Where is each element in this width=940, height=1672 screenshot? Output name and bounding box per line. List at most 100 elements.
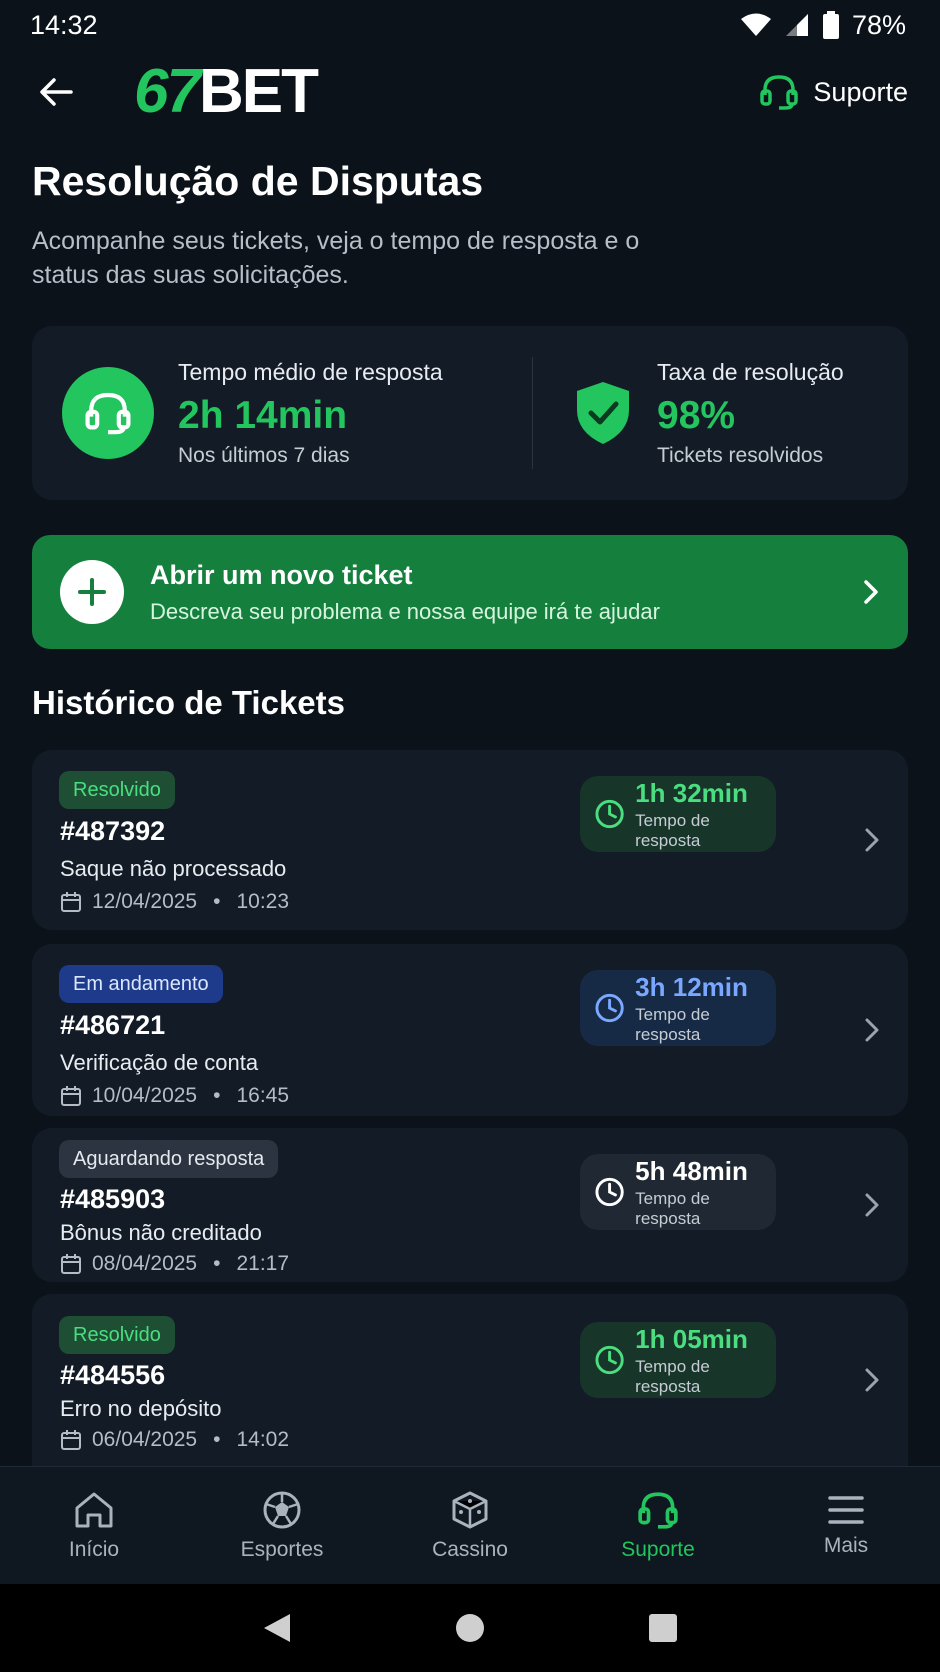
system-nav-bar <box>0 1584 940 1672</box>
response-time-label: Tempo de resposta <box>635 1004 710 1044</box>
ticket-id: #484556 <box>60 1360 166 1390</box>
status-time: 14:32 <box>30 9 98 40</box>
ticket-time-value: 21:17 <box>236 1252 290 1275</box>
stat-resolution-rate: Taxa de resolução 98% Tickets resolvidos <box>533 326 908 500</box>
ticket-id: #485903 <box>60 1184 166 1214</box>
response-time-value: 5h 48min <box>635 1155 748 1186</box>
stat-response-time: Tempo médio de resposta 2h 14min Nos últ… <box>32 326 532 500</box>
ticket-time-value: 10:23 <box>236 890 290 913</box>
support-link[interactable]: Suporte <box>759 73 908 111</box>
stat-shield-badge <box>571 380 635 446</box>
logo-word: BET <box>198 57 319 126</box>
home-icon <box>75 1492 113 1527</box>
clock-icon <box>595 1345 624 1375</box>
nav-label: Suporte <box>621 1537 695 1561</box>
response-time-value: 1h 05min <box>635 1323 748 1354</box>
back-button[interactable] <box>32 68 80 116</box>
new-ticket-title: Abrir um novo ticket <box>150 559 413 590</box>
battery-percent: 78% <box>851 9 906 40</box>
system-home-icon[interactable] <box>455 1613 485 1643</box>
support-label: Suporte <box>813 76 908 107</box>
stat-response-value: 2h 14min <box>178 393 348 437</box>
chevron-right-icon <box>865 828 879 852</box>
shield-check-icon <box>577 382 629 444</box>
bottom-nav: Início Esportes Cassino Suporte Mais <box>0 1466 940 1584</box>
status-bar: 14:32 78% <box>0 0 940 50</box>
headset-icon <box>638 1491 678 1529</box>
calendar-icon <box>61 1086 81 1106</box>
chevron-right-icon <box>864 580 878 604</box>
clock-icon <box>595 799 624 829</box>
nav-item-inicio[interactable]: Início <box>0 1467 188 1584</box>
ticket-time-value: 16:45 <box>236 1084 290 1107</box>
response-time-pill: 1h 32min Tempo de resposta <box>580 776 776 852</box>
ticket-date-value: 10/04/2025 <box>92 1084 198 1107</box>
clock-icon <box>595 993 624 1023</box>
ticket-time-value: 14:02 <box>236 1428 290 1451</box>
logo-number: 67 <box>134 57 201 126</box>
status-icons: 78% <box>740 10 906 41</box>
system-back-icon[interactable] <box>262 1612 292 1644</box>
calendar-icon <box>61 1254 81 1274</box>
headset-icon <box>760 75 799 110</box>
ticket-date: 12/04/2025 • 10:23 <box>60 890 289 914</box>
ticket-id: #487392 <box>60 816 166 846</box>
ticket-card[interactable]: Resolvido #487392 Saque não processado 1… <box>32 750 908 930</box>
app-header: 67BET Suporte <box>0 56 940 128</box>
ticket-date-value: 06/04/2025 <box>92 1428 198 1451</box>
ticket-card[interactable]: Aguardando resposta #485903 Bônus não cr… <box>32 1128 908 1282</box>
headset-icon <box>85 392 131 435</box>
calendar-icon <box>61 1430 81 1450</box>
response-time-label: Tempo de resposta <box>635 1188 710 1228</box>
stat-headset-badge <box>62 367 154 459</box>
response-time-value: 1h 32min <box>635 777 748 808</box>
menu-icon <box>828 1495 864 1524</box>
nav-item-esportes[interactable]: Esportes <box>188 1467 376 1584</box>
ticket-card[interactable]: Resolvido #484556 Erro no depósito 06/04… <box>32 1294 908 1466</box>
stat-response-label: Tempo médio de resposta <box>178 358 443 385</box>
ticket-date-value: 12/04/2025 <box>92 890 198 913</box>
nav-label: Cassino <box>432 1537 508 1561</box>
ticket-subject: Verificação de conta <box>60 1050 259 1075</box>
stat-resolution-label: Taxa de resolução <box>657 358 844 385</box>
ticket-date-value: 08/04/2025 <box>92 1252 198 1275</box>
chevron-right-icon <box>865 1368 879 1392</box>
response-time-label: Tempo de resposta <box>635 810 710 850</box>
ticket-date: 06/04/2025 • 14:02 <box>60 1428 289 1452</box>
system-recents-icon[interactable] <box>648 1613 678 1643</box>
ticket-subject: Erro no depósito <box>60 1396 222 1421</box>
response-time-label: Tempo de resposta <box>635 1356 710 1396</box>
history-title: Histórico de Tickets <box>32 684 346 721</box>
response-time-pill: 5h 48min Tempo de resposta <box>580 1154 776 1230</box>
arrow-left-icon <box>40 78 73 106</box>
ticket-date: 10/04/2025 • 16:45 <box>60 1084 289 1108</box>
battery-icon <box>822 11 839 39</box>
brand-logo[interactable]: 67BET <box>134 61 319 123</box>
response-time-pill: 3h 12min Tempo de resposta <box>580 970 776 1046</box>
stat-response-note: Nos últimos 7 dias <box>178 443 350 467</box>
stats-card: Tempo médio de resposta 2h 14min Nos últ… <box>32 326 908 500</box>
response-time-value: 3h 12min <box>635 971 748 1002</box>
ticket-date: 08/04/2025 • 21:17 <box>60 1252 289 1276</box>
stat-resolution-note: Tickets resolvidos <box>657 443 824 467</box>
chevron-right-icon <box>865 1193 879 1217</box>
ticket-subject: Bônus não creditado <box>60 1220 262 1245</box>
response-time-pill: 1h 05min Tempo de resposta <box>580 1322 776 1398</box>
stat-resolution-value: 98% <box>657 393 736 437</box>
ticket-card[interactable]: Em andamento #486721 Verificação de cont… <box>32 944 908 1116</box>
nav-label: Esportes <box>240 1537 324 1561</box>
dice-icon <box>452 1491 488 1528</box>
nav-item-mais[interactable]: Mais <box>752 1467 940 1584</box>
clock-icon <box>595 1177 624 1207</box>
ticket-subject: Saque não processado <box>60 856 287 881</box>
nav-label: Início <box>68 1537 120 1561</box>
ticket-id: #486721 <box>60 1010 166 1040</box>
new-ticket-subtitle: Descreva seu problema e nossa equipe irá… <box>150 598 660 624</box>
soccer-ball-icon <box>263 1491 301 1528</box>
status-badge: Resolvido <box>59 1316 175 1354</box>
nav-item-suporte[interactable]: Suporte <box>564 1467 752 1584</box>
calendar-icon <box>61 892 81 912</box>
new-ticket-button[interactable]: Abrir um novo ticket Descreva seu proble… <box>32 535 908 649</box>
nav-item-cassino[interactable]: Cassino <box>376 1467 564 1584</box>
status-badge: Em andamento <box>59 965 223 1003</box>
